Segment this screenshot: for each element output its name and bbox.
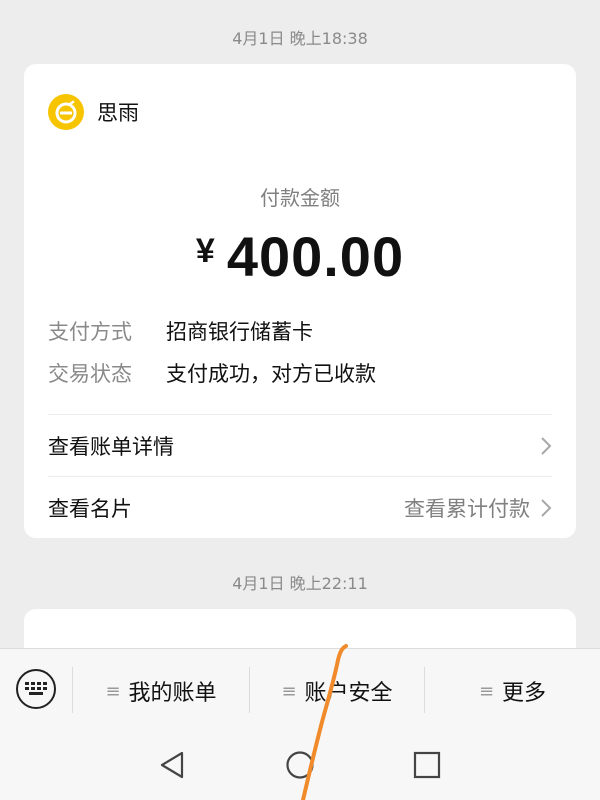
view-cumulative-payment-text[interactable]: 查看累计付款: [404, 493, 530, 523]
timestamp-2: 4月1日 晚上22:11: [232, 574, 368, 593]
system-navigation-bar: [0, 732, 600, 800]
divider: [48, 476, 552, 477]
hamburger-icon: ≡: [105, 680, 121, 702]
merchant-logo-icon: [48, 94, 84, 130]
merchant-header[interactable]: 思雨: [48, 94, 139, 130]
transaction-status-value: 支付成功，对方已收款: [166, 362, 376, 386]
home-circle-icon[interactable]: [285, 750, 315, 780]
currency-symbol: ¥: [195, 232, 215, 270]
payment-method-key: 支付方式: [48, 320, 132, 344]
menu-more[interactable]: ≡ 更多: [425, 649, 600, 733]
hamburger-icon: ≡: [478, 680, 495, 702]
menu-my-bills[interactable]: ≡ 我的账单: [73, 649, 249, 733]
payment-method-row: 支付方式 招商银行储蓄卡: [48, 316, 313, 346]
payment-card: 思雨 付款金额 ¥400.00 支付方式 招商银行储蓄卡 交易状态 支付成功，对…: [24, 64, 576, 538]
timestamp-1: 4月1日 晚上18:38: [232, 29, 368, 48]
merchant-name: 思雨: [97, 101, 139, 125]
view-bill-details-link[interactable]: 查看账单详情: [48, 426, 552, 466]
keyboard-toggle-button[interactable]: [16, 669, 56, 709]
view-bill-details-label: 查看账单详情: [48, 435, 174, 459]
transaction-status-key: 交易状态: [48, 362, 132, 386]
service-menu-bar: ≡ 我的账单 ≡ 账户安全 ≡ 更多: [0, 648, 600, 732]
transaction-status-row: 交易状态 支付成功，对方已收款: [48, 358, 376, 388]
menu-account-security[interactable]: ≡ 账户安全: [250, 649, 424, 733]
back-triangle-icon[interactable]: [158, 750, 186, 780]
chevron-right-icon: [541, 437, 552, 455]
amount-value: 400.00: [226, 225, 405, 288]
amount-label: 付款金额: [260, 186, 340, 210]
view-card-label: 查看名片: [48, 497, 132, 521]
keyboard-icon: [25, 682, 47, 695]
payment-amount: ¥400.00: [24, 224, 576, 289]
menu-more-label: 更多: [502, 681, 547, 706]
payment-method-value: 招商银行储蓄卡: [166, 320, 313, 344]
recents-square-icon[interactable]: [413, 750, 441, 780]
view-card-link[interactable]: 查看名片 查看累计付款: [48, 488, 552, 528]
hamburger-icon: ≡: [281, 680, 297, 702]
menu-my-bills-label: 我的账单: [128, 681, 217, 706]
menu-account-security-label: 账户安全: [304, 681, 393, 706]
chevron-right-icon: [541, 499, 552, 517]
divider: [48, 414, 552, 415]
